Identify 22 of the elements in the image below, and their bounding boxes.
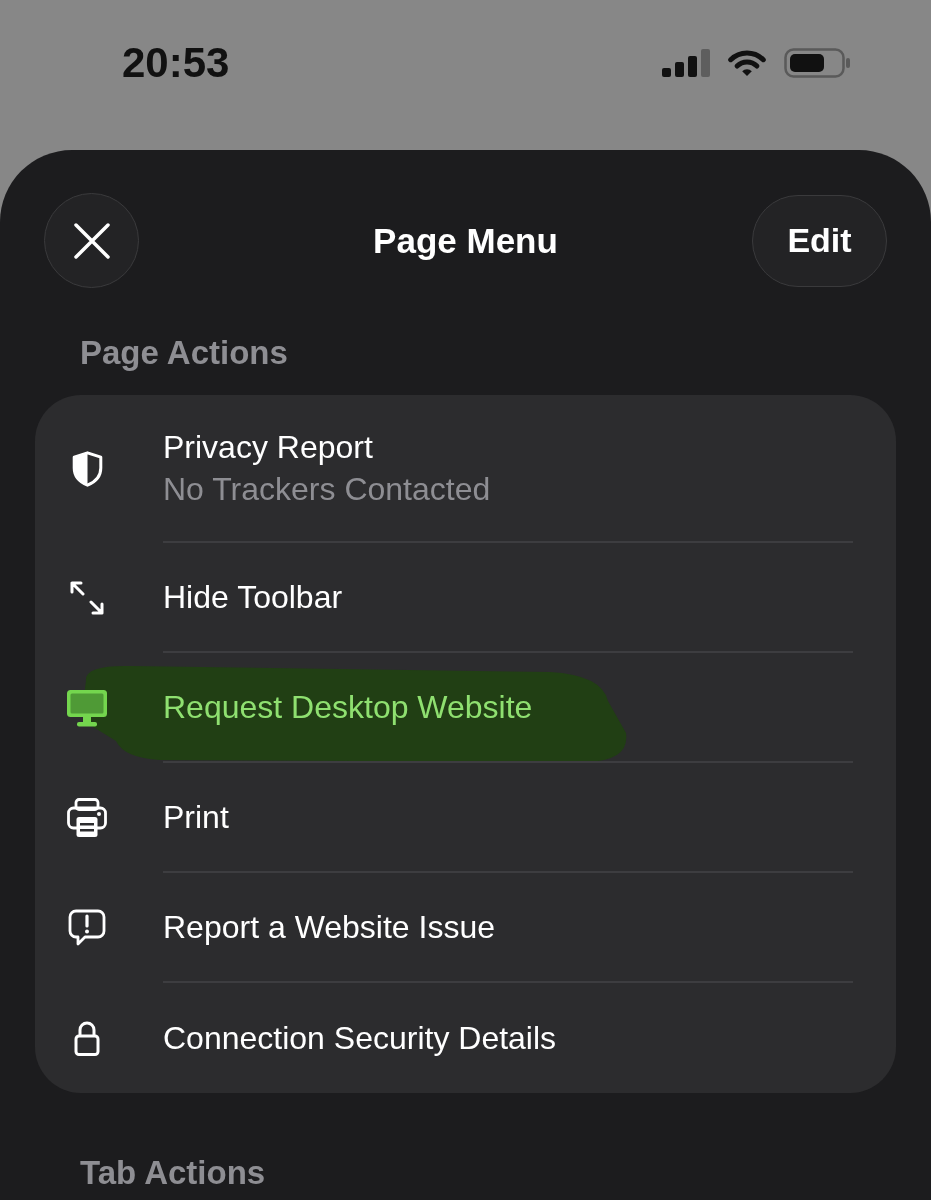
monitor-icon [66,689,108,727]
speech-bubble-icon [68,909,106,947]
status-time: 20:53 [122,40,230,86]
shield-icon [71,451,103,487]
printer-icon [67,798,107,838]
edit-button[interactable]: Edit [752,194,887,287]
battery-icon [784,48,850,78]
expand-arrows-icon [70,581,104,615]
section-heading: Tab Actions [80,1153,266,1193]
menu-item[interactable]: Print [35,763,896,873]
close-icon [73,222,110,259]
menu-item[interactable]: Hide Toolbar [35,543,896,653]
signal-icon [662,49,710,77]
sheet-title: Page Menu [373,219,558,262]
item-subtitle: No Trackers Contacted [163,470,492,509]
menu-item[interactable]: Report a Website Issue [35,873,896,983]
lock-icon [74,1020,100,1056]
menu-item[interactable]: Privacy Report No Trackers Contacted [35,395,896,543]
menu-item[interactable]: Connection Security Details [35,983,896,1093]
menu-item[interactable]: Request Desktop Website [35,653,896,763]
section-heading: Page Actions [80,333,288,373]
wifi-icon [727,49,767,77]
